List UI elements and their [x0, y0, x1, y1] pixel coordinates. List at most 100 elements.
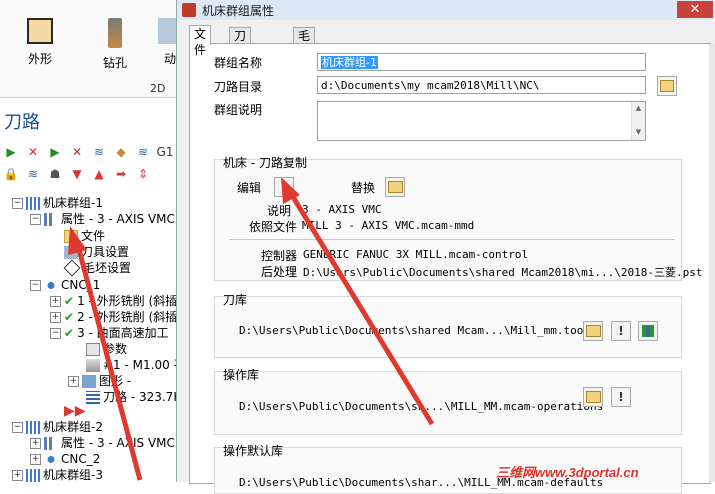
regenerate-icon[interactable]: ▶: [46, 144, 64, 160]
scroll-icon[interactable]: ⇕: [134, 166, 152, 182]
verify-icon[interactable]: ◆: [112, 144, 130, 160]
move-up-icon[interactable]: ▲: [90, 166, 108, 182]
edit-machine-button[interactable]: !: [274, 177, 294, 197]
dialog-scrollbar[interactable]: [709, 44, 715, 482]
tree-node-properties[interactable]: − 属性 - 3 - AXIS VMC: [30, 211, 175, 227]
tree-node-group3[interactable]: + 机床群组-3: [12, 467, 103, 482]
ref-file-value: MILL 3 - AXIS VMC.mcam-mmd: [302, 219, 475, 232]
insert-arrow-icon[interactable]: ➡: [112, 166, 130, 182]
tree-node-op2[interactable]: + ✔ 2 - 外形铣削 (斜插: [50, 309, 177, 325]
group-name-input[interactable]: 机床群组-1: [317, 53, 646, 71]
geometry-icon: [82, 374, 96, 388]
tree-label: 3 - 曲面高速加工: [77, 326, 169, 340]
folder-open-icon: [585, 391, 601, 403]
expand-icon[interactable]: +: [12, 469, 23, 481]
machine-group-icon: [26, 468, 40, 482]
browse-tool-library-button[interactable]: [583, 321, 603, 341]
cnc-icon: [44, 278, 58, 292]
expand-icon[interactable]: +: [50, 311, 61, 323]
edit-operations-library-button[interactable]: !: [611, 387, 631, 407]
dynamic-button[interactable]: 动: [150, 18, 177, 67]
toolbar-row-2: 🔒 ≋ ☗ ▼ ▲ ➡ ⇕: [2, 164, 152, 184]
tab-stock-settings[interactable]: 毛坯设置: [293, 27, 316, 91]
tree-node-geometry[interactable]: + 图形 -: [68, 373, 131, 389]
tree-label: 2 - 外形铣削 (斜插: [77, 310, 177, 324]
lock-icon[interactable]: 🔒: [2, 166, 20, 182]
params-icon: [86, 342, 100, 356]
machine-group-icon: [26, 420, 40, 434]
edit-icon: !: [618, 390, 624, 404]
replace-machine-button[interactable]: [385, 177, 405, 197]
tree-node-properties2[interactable]: + 属性 - 3 - AXIS VMC: [30, 435, 175, 451]
collapse-icon[interactable]: −: [30, 213, 41, 225]
expand-icon[interactable]: +: [30, 437, 41, 449]
tree-node-group1[interactable]: − 机床群组-1: [12, 195, 103, 211]
select-all-icon[interactable]: ▶: [2, 144, 20, 160]
tree-node-toolpath[interactable]: 刀路 - 323.7K: [86, 389, 177, 405]
tree-label: 图形 -: [99, 374, 132, 388]
deselect-icon[interactable]: ✕: [24, 144, 42, 160]
tree-node-op3[interactable]: − ✔ 3 - 曲面高速加工: [50, 325, 169, 341]
expand-icon[interactable]: +: [30, 453, 41, 465]
group-note-input[interactable]: ▲ ▼: [317, 101, 646, 141]
toolbar-row-1: ▶ ✕ ▶ ✕ ≋ ◆ ≋ G1: [2, 142, 174, 162]
insert-marker-icon: ▶▶: [64, 403, 86, 419]
toggle-display-icon[interactable]: ≋: [24, 166, 42, 182]
folder-icon: [64, 229, 78, 243]
edit-tool-library-button[interactable]: !: [611, 321, 631, 341]
toolpath-icon: [86, 390, 100, 404]
browse-operations-library-button[interactable]: [583, 387, 603, 407]
tree-label: CNC_2: [61, 452, 101, 466]
regenerate-dirty-icon[interactable]: ✕: [68, 144, 86, 160]
post-value: D:\Users\Public\Documents\shared Mcam201…: [303, 266, 703, 279]
separator: [229, 239, 675, 240]
tree-node-op1[interactable]: + ✔ 1 - 外形铣削 (斜插: [50, 293, 177, 309]
browse-dir-button[interactable]: [657, 76, 677, 96]
panel-title: 刀路: [4, 112, 40, 133]
note-scrollbar[interactable]: ▲ ▼: [631, 102, 645, 140]
contour-icon: [27, 18, 53, 44]
tool-manager-button[interactable]: [638, 321, 658, 341]
group-note-label: 群组说明: [214, 103, 263, 117]
collapse-icon[interactable]: −: [12, 421, 23, 433]
tree-node-tool[interactable]: #1 - M1.00 平: [86, 357, 177, 373]
operations-tree: − 机床群组-1 − 属性 - 3 - AXIS VMC 文件 刀具设置 毛坯设…: [0, 191, 177, 482]
expand-icon[interactable]: +: [50, 295, 61, 307]
tree-label: 刀路 - 323.7K: [103, 390, 177, 404]
tab-tool-settings[interactable]: 刀具设置: [229, 27, 252, 91]
toolpath-dir-input[interactable]: d:\Documents\my mcam2018\Mill\NC\: [317, 76, 646, 94]
tab-file[interactable]: 文件: [189, 25, 212, 57]
tree-node-cnc2[interactable]: + CNC_2: [30, 451, 100, 467]
collapse-icon[interactable]: −: [30, 279, 41, 291]
tool-settings-icon: [64, 245, 78, 259]
drill-button[interactable]: 钻孔: [85, 18, 145, 71]
tree-node-tool-settings[interactable]: 刀具设置: [64, 244, 129, 260]
tree-label: 机床群组-3: [43, 468, 103, 482]
tree-node-file[interactable]: 文件: [64, 228, 105, 244]
tree-node-stock-settings[interactable]: 毛坯设置: [63, 259, 132, 277]
desc-label: 说明: [267, 204, 292, 218]
simulate-icon[interactable]: ≋: [134, 144, 152, 160]
expand-icon[interactable]: +: [68, 375, 79, 387]
insert-arrow[interactable]: ▶▶: [64, 403, 86, 419]
contour-button[interactable]: 外形: [10, 18, 70, 67]
properties-icon: [44, 436, 58, 450]
toggle-post-icon[interactable]: ☗: [46, 166, 64, 182]
close-button[interactable]: ✕: [677, 1, 713, 18]
collapse-icon[interactable]: −: [12, 197, 23, 209]
post-icon[interactable]: G1: [156, 144, 174, 160]
tool-icon: [86, 358, 100, 372]
folder-open-icon: [387, 181, 403, 193]
backplot-icon[interactable]: ≋: [90, 144, 108, 160]
tree-label: 毛坯设置: [83, 261, 132, 275]
tree-node-cnc1[interactable]: − CNC_1: [30, 277, 100, 293]
machine-group-icon: [26, 196, 40, 210]
tree-node-group2[interactable]: − 机床群组-2: [12, 419, 103, 435]
tree-node-params[interactable]: 参数: [86, 341, 127, 357]
file-tab-page: 群组名称 机床群组-1 刀路目录 d:\Documents\my mcam201…: [189, 43, 711, 494]
title-bar[interactable]: 机床群组属性 ✕: [177, 0, 715, 20]
move-down-icon[interactable]: ▼: [68, 166, 86, 182]
group-name-label: 群组名称: [214, 56, 263, 70]
collapse-icon[interactable]: −: [50, 327, 61, 339]
controller-label: 控制器: [261, 249, 298, 263]
